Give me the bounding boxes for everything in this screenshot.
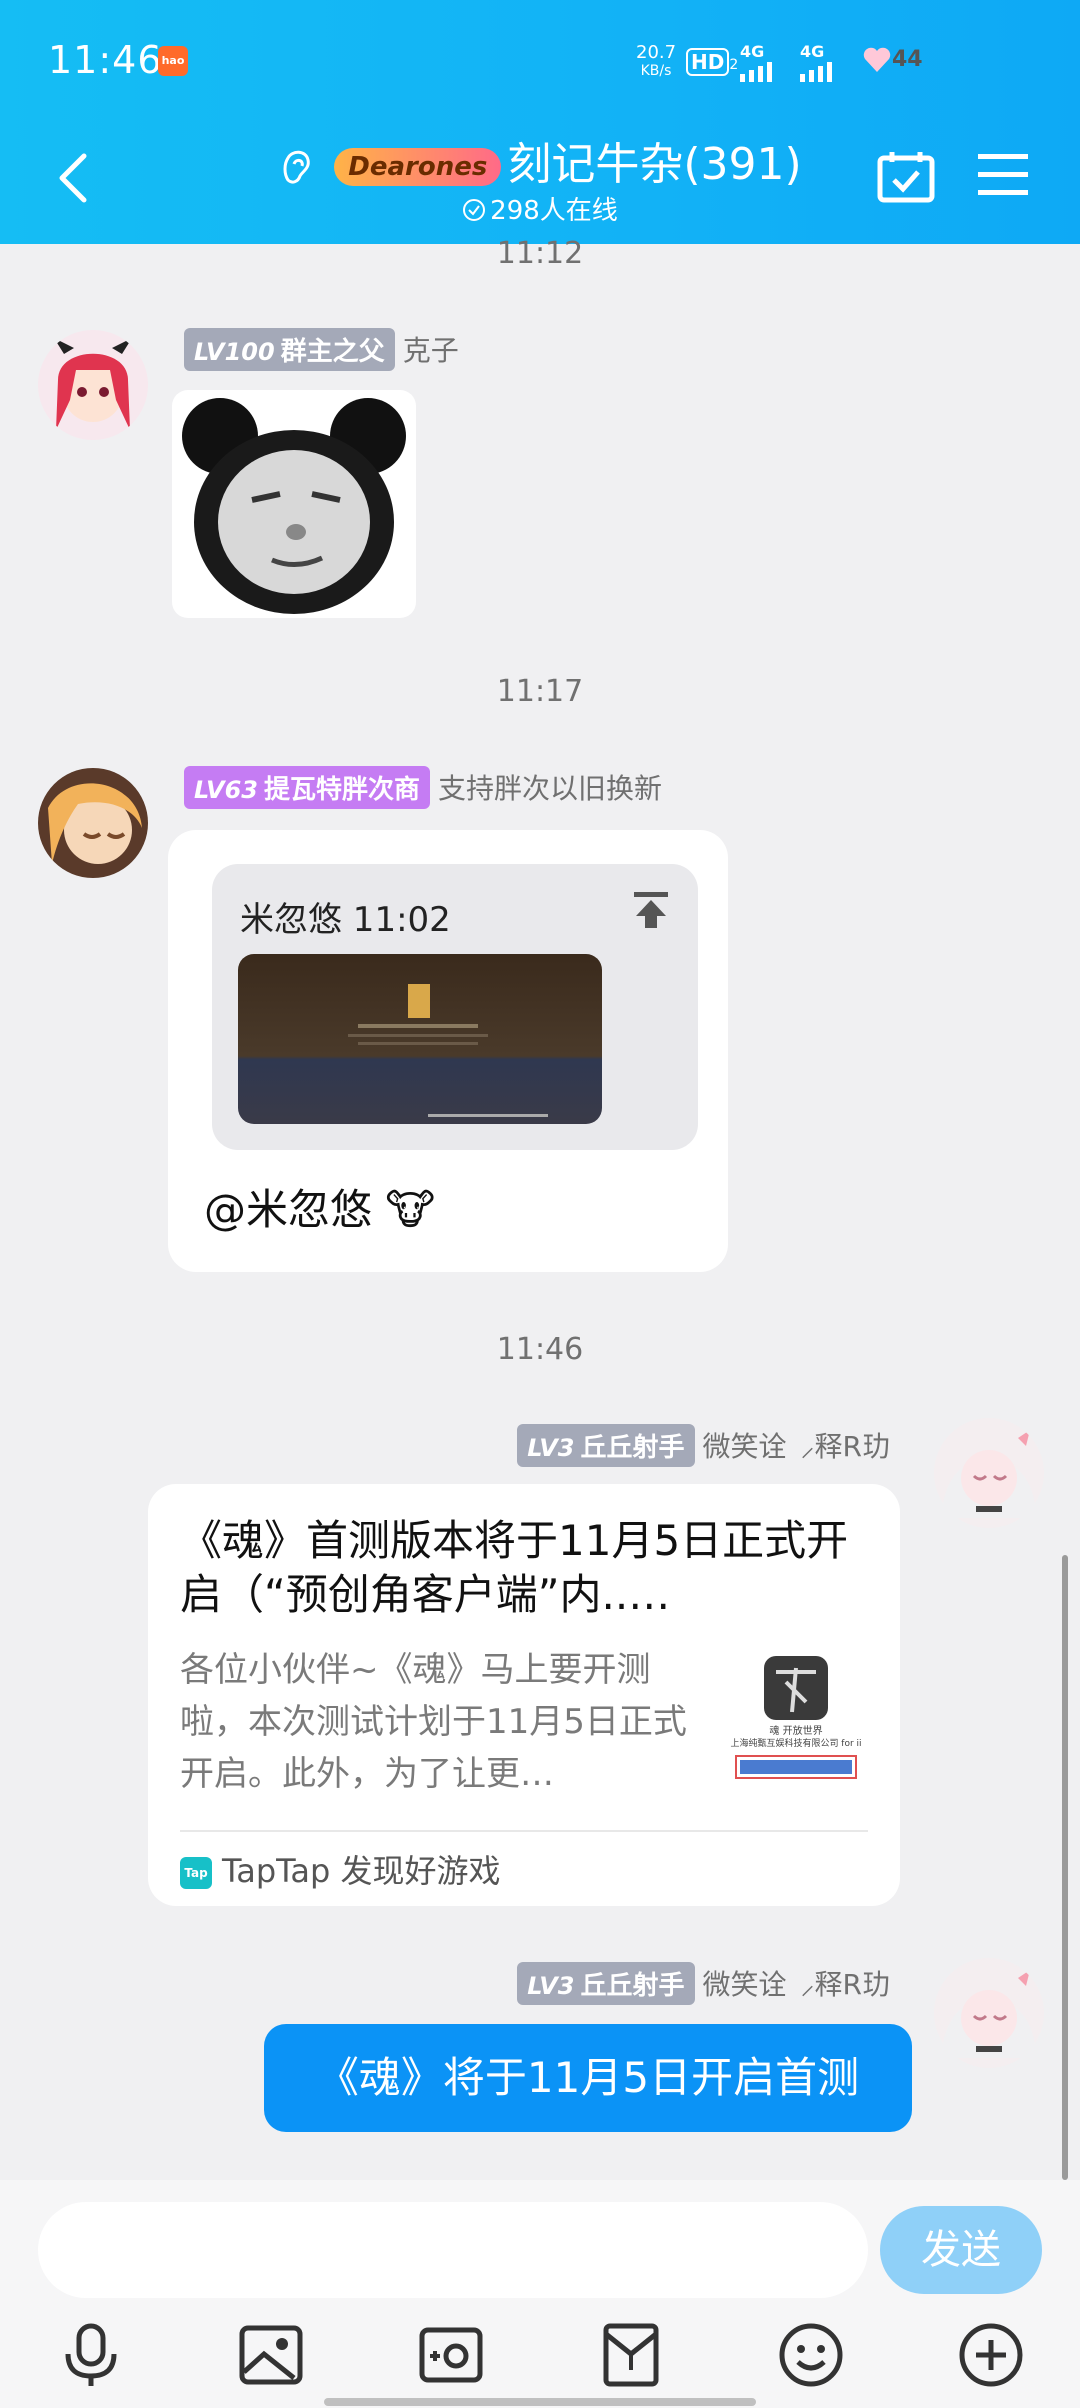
text-message-bubble[interactable]: 《魂》将于11月5日开启首测 (264, 2024, 912, 2132)
timestamp: 11:12 (496, 236, 584, 271)
reply-message-bubble[interactable]: 米忽悠 11:02 @米忽悠 🐮 (168, 830, 728, 1272)
scrollbar[interactable] (1062, 1555, 1068, 2180)
red-packet-icon[interactable] (596, 2320, 666, 2390)
hd-icon: HD 2 (686, 48, 738, 88)
header-bar: 11:46 hao 20.7 KB/s HD 2 4G 4G 44 Dearones… (0, 0, 1080, 244)
sender-name-2: 释R玏 (814, 1968, 890, 2001)
signal-icon-2: 4G (800, 42, 832, 82)
net-speed: 20.7 KB/s (636, 42, 677, 80)
avatar-tivat[interactable] (38, 768, 148, 878)
status-time: 11:46 (48, 38, 163, 82)
sender-name: 克子 (402, 334, 459, 367)
avatar-self[interactable] (934, 1418, 1044, 1528)
avatar-self[interactable] (934, 1958, 1044, 2068)
sender-line: LV3 丘丘射手 微笑诠 ⸝释R玏 (470, 1962, 890, 2005)
thumb-caption: 魂 开放世界 (769, 1726, 823, 1737)
signal-icon-1: 4G (740, 42, 772, 82)
sender-name: 微笑诠 (702, 1430, 787, 1463)
timestamp: 11:17 (496, 674, 584, 709)
app-notification-icon: hao (158, 46, 188, 76)
level-badge: LV3 丘丘射手 (517, 1962, 695, 2005)
card-title: 《魂》首测版本将于11月5日正式开启（“预创角客户端”内..… (180, 1516, 849, 1619)
sender-line: LV100 群主之父 克子 (184, 328, 459, 371)
level-badge: LV63 提瓦特胖次商 (184, 766, 430, 809)
quote-screenshot-image[interactable] (238, 954, 602, 1124)
quote-header: 米忽悠 11:02 (240, 900, 451, 940)
avatar-keizi[interactable] (38, 330, 148, 440)
calendar-check-icon (877, 152, 935, 203)
thumb-publisher: 上海纯甄互娱科技有限公司 for ii (730, 1739, 862, 1749)
sticker-image[interactable] (172, 390, 416, 618)
check-circle-icon (463, 199, 486, 221)
emoji-icon[interactable] (776, 2320, 846, 2390)
message-input[interactable] (38, 2202, 868, 2298)
hamburger-menu-icon (978, 154, 1028, 195)
battery-icon: 44 (862, 46, 923, 86)
plus-icon[interactable] (956, 2320, 1026, 2390)
sender-name-2: 释R玏 (814, 1430, 890, 1463)
ear-icon (283, 150, 311, 184)
sender-name: 支持胖次以旧换新 (437, 772, 662, 805)
checkin-button[interactable] (876, 148, 936, 204)
link-card-message[interactable]: 《魂》首测版本将于11月5日正式开启（“预创角客户端”内..… 各位小伙伴~《魂… (148, 1484, 900, 1906)
level-badge: LV3 丘丘射手 (517, 1424, 695, 1467)
send-button[interactable]: 发送 (880, 2206, 1042, 2294)
home-indicator[interactable] (324, 2398, 756, 2406)
group-logo: Dearones (334, 148, 502, 186)
camera-icon[interactable] (416, 2320, 486, 2390)
message-text: @米忽悠 🐮 (204, 1185, 436, 1234)
card-source: Tap TapTap 发现好游戏 (180, 1846, 501, 1892)
image-icon[interactable] (236, 2320, 306, 2390)
quoted-message[interactable]: 米忽悠 11:02 (212, 864, 698, 1150)
sender-line: LV3 丘丘射手 微笑诠 ⸝释R玏 (470, 1424, 890, 1467)
level-badge: LV100 群主之父 (184, 328, 395, 371)
divider (180, 1830, 868, 1832)
group-name: 刻记牛杂(391) (507, 139, 802, 190)
menu-button[interactable] (976, 150, 1030, 200)
mic-icon[interactable] (56, 2320, 126, 2390)
jump-to-quote-icon[interactable] (632, 890, 670, 934)
timestamp: 11:46 (496, 1332, 584, 1367)
card-thumbnail: 魂 开放世界 上海纯甄互娱科技有限公司 for ii (726, 1652, 866, 1782)
sender-line: LV63 提瓦特胖次商 支持胖次以旧换新 (184, 766, 662, 809)
sender-name: 微笑诠 (702, 1968, 787, 2001)
card-description: 各位小伙伴~《魂》马上要开测啦，本次测试计划于11月5日正式开启。此外，为了让更… (180, 1650, 687, 1794)
taptap-icon: Tap (180, 1857, 212, 1889)
